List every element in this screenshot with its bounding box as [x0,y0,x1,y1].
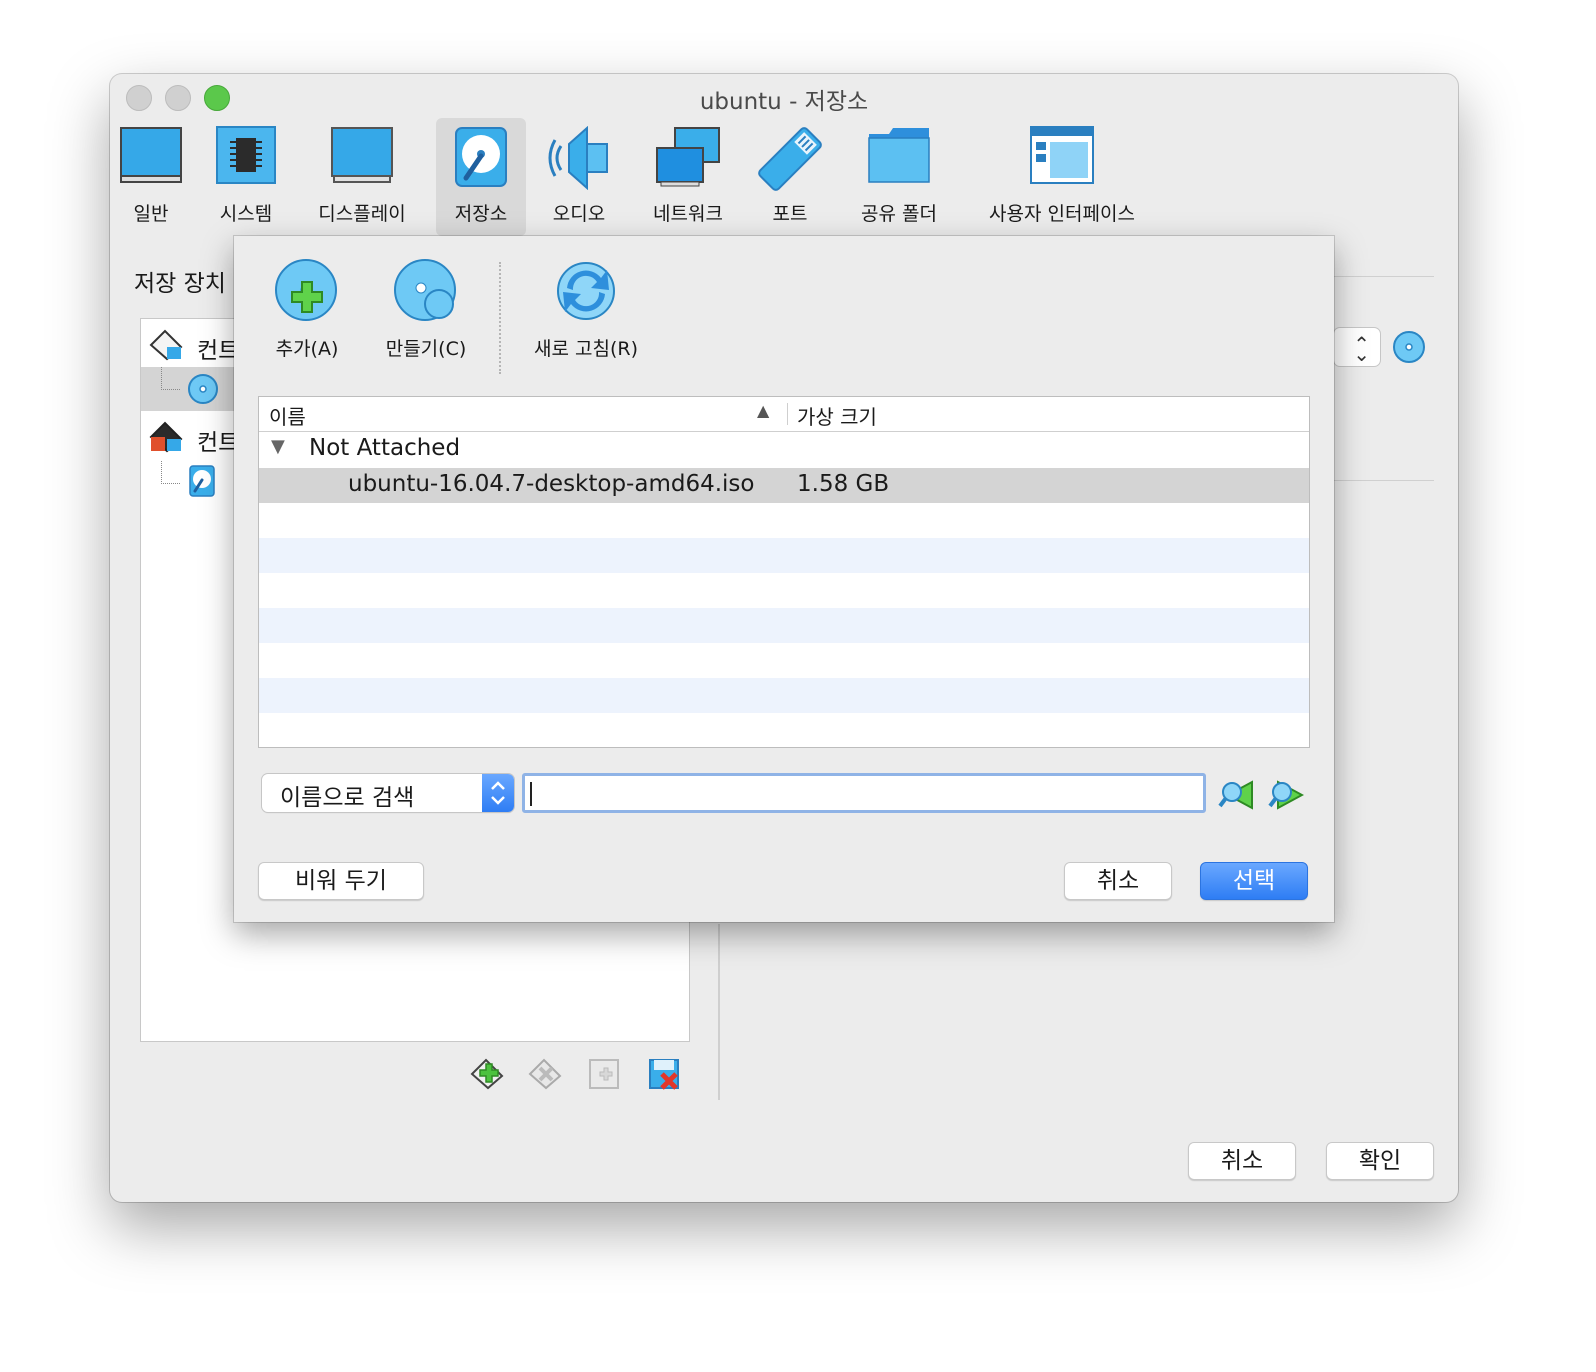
column-name-header[interactable]: 이름 [269,401,306,430]
chevron-down-icon: ⌄ [1353,342,1370,366]
tree-connector [161,367,180,390]
tab-general[interactable]: 일반 [110,118,192,236]
tab-display-label: 디스플레이 [318,203,406,225]
network-icon [656,127,720,187]
ok-button[interactable]: 확인 [1326,1142,1434,1180]
chevron-updown-icon [491,781,505,805]
tab-audio-label: 오디오 [552,203,606,225]
list-header: 이름 ▲ 가상 크기 [259,397,1309,432]
display-icon [331,127,393,183]
text-cursor [530,782,532,806]
tab-system-label: 시스템 [219,203,273,225]
tab-shared-folders[interactable]: 공유 폴더 [850,118,948,236]
add-disc-button[interactable]: 추가(A) [272,258,342,361]
create-disc-icon [394,259,456,321]
refresh-button[interactable]: 새로 고침(R) [526,258,646,361]
search-next-icon[interactable] [1268,778,1304,812]
ide-controller-icon [149,329,183,361]
tab-network-label: 네트워크 [653,203,723,225]
toolbar-separator [499,262,501,374]
medium-size: 1.58 GB [797,471,890,497]
search-mode-select[interactable]: 이름으로 검색 [262,774,514,812]
tab-user-interface-label: 사용자 인터페이스 [989,203,1135,225]
list-stripe [259,608,1309,643]
refresh-icon [557,262,615,320]
search-input[interactable] [522,773,1206,813]
choose-button[interactable]: 선택 [1200,862,1308,900]
speaker-icon [548,126,608,190]
add-controller-icon[interactable] [470,1056,506,1092]
add-disc-icon [275,259,337,321]
select-stepper[interactable] [482,774,514,812]
storage-devices-heading: 저장 장치 [134,271,226,297]
search-mode-value: 이름으로 검색 [280,785,415,811]
section-divider-lower [1334,480,1434,481]
tab-audio[interactable]: 오디오 [540,118,618,236]
sata-controller-icon [149,421,183,453]
media-list[interactable]: 이름 ▲ 가상 크기 ▼ Not Attached ubuntu-16.04.7… [258,396,1310,748]
tab-storage[interactable]: 저장소 [436,118,526,236]
section-divider [1334,276,1434,277]
optical-disc-icon [188,374,218,404]
medium-name: ubuntu-16.04.7-desktop-amd64.iso [348,471,755,497]
dialog-cancel-button[interactable]: 취소 [1064,862,1172,900]
search-previous-icon[interactable] [1218,778,1254,812]
tab-shared-folders-label: 공유 폴더 [861,203,937,225]
refresh-label: 새로 고침(R) [534,338,638,360]
port-icon [758,127,822,191]
tab-ports[interactable]: 포트 [750,118,830,236]
tab-ports-label: 포트 [772,203,808,225]
column-divider [787,403,788,425]
leave-empty-button[interactable]: 비워 두기 [258,862,424,900]
tab-general-label: 일반 [133,203,169,225]
disclosure-triangle-icon[interactable]: ▼ [271,436,285,457]
column-size-header[interactable]: 가상 크기 [797,401,877,430]
optical-drive-select[interactable]: ⌃ ⌄ [1334,328,1380,366]
splitter[interactable] [718,924,720,1100]
tab-storage-label: 저장소 [454,203,508,225]
tab-network[interactable]: 네트워크 [638,118,738,236]
add-attachment-icon[interactable] [586,1056,622,1092]
chip-icon [216,126,276,184]
tree-connector [161,461,180,484]
tab-user-interface[interactable]: 사용자 인터페이스 [972,118,1152,236]
settings-toolbar: 일반 시스템 디스플레이 저장소 오디오 네트워크 포트 공유 폴더 사용자 인… [110,118,1458,236]
disc-selector-dialog: 추가(A) 만들기(C) 새로 고침(R) 이름 ▲ 가상 크기 ▼ Not A… [234,236,1334,922]
title-bar: ubuntu - 저장소 [110,74,1458,118]
cancel-button[interactable]: 취소 [1188,1142,1296,1180]
remove-attachment-icon[interactable] [646,1056,682,1092]
group-row-not-attached[interactable]: ▼ Not Attached [259,432,1309,467]
create-disc-label: 만들기(C) [385,338,467,360]
remove-controller-icon[interactable] [528,1056,564,1092]
group-label: Not Attached [309,435,461,461]
window-title: ubuntu - 저장소 [699,89,869,115]
list-stripe [259,678,1309,713]
tab-display[interactable]: 디스플레이 [306,118,418,236]
harddisk-icon [455,127,507,187]
monitor-icon [120,127,182,183]
add-disc-label: 추가(A) [275,338,339,360]
sort-ascending-icon: ▲ [757,401,770,420]
choose-disc-icon[interactable] [1392,330,1426,364]
create-disc-button[interactable]: 만들기(C) [380,258,472,361]
table-row[interactable]: ubuntu-16.04.7-desktop-amd64.iso 1.58 GB [259,468,1309,503]
tab-system[interactable]: 시스템 [206,118,286,236]
ui-window-icon [1030,126,1094,184]
list-stripe [259,538,1309,573]
folder-icon [868,128,930,183]
harddisk-small-icon [189,465,215,497]
